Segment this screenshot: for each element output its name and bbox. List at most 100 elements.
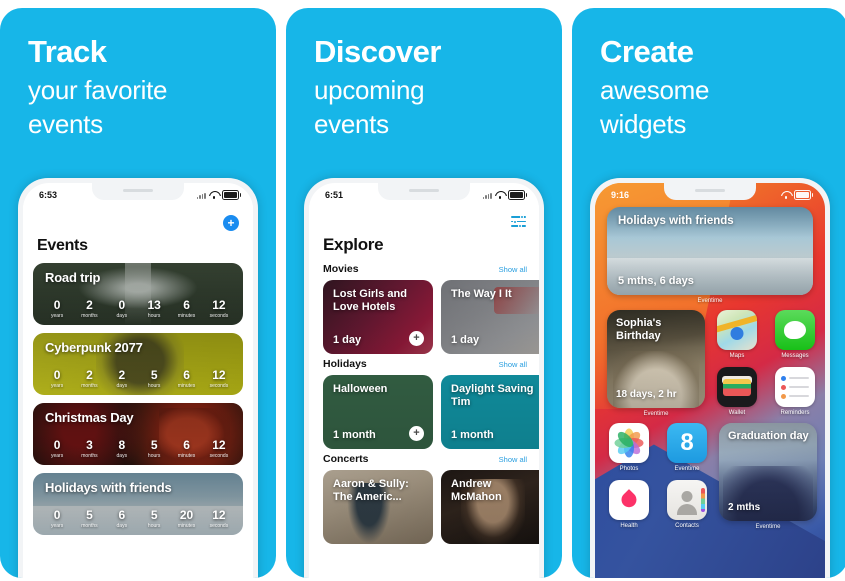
wallet-icon[interactable] bbox=[717, 367, 757, 407]
show-all-link[interactable]: Show all bbox=[499, 360, 527, 369]
widget-title: Sophia's Birthday bbox=[616, 317, 662, 342]
app-label: Eventime bbox=[674, 466, 700, 472]
battery-icon bbox=[508, 190, 528, 200]
explore-tile[interactable]: Andrew McMahon bbox=[441, 470, 539, 544]
widget-graduation-day[interactable]: Graduation day 2 mths bbox=[719, 423, 817, 521]
countdown-row: 0 years 5 months 6 days 5 hours 20 minutes 12 secon… bbox=[41, 509, 235, 529]
countdown-value: 12 bbox=[212, 368, 226, 383]
home-screen-row-1: Sophia's Birthday 18 days, 2 hr Eventime… bbox=[607, 310, 815, 417]
page-title: Explore bbox=[323, 235, 384, 254]
widget-birthday-container[interactable]: Sophia's Birthday 18 days, 2 hr Eventime bbox=[607, 310, 705, 417]
countdown-value: 0 bbox=[53, 508, 61, 523]
section-title: Concerts bbox=[323, 453, 369, 465]
countdown-unit: 0 years bbox=[41, 299, 73, 319]
tile-title: Andrew McMahon bbox=[451, 478, 502, 503]
heart-shape bbox=[618, 489, 640, 511]
explore-tile[interactable]: Lost Girls and Love Hotels 1 day + bbox=[323, 280, 433, 354]
explore-tile[interactable]: Daylight Saving Tim 1 month bbox=[441, 375, 539, 449]
explore-sections: Movies Show all Lost Girls and Love Hotels… bbox=[309, 263, 539, 548]
add-event-button[interactable]: + bbox=[223, 215, 239, 231]
countdown-value: 13 bbox=[147, 298, 161, 313]
home-screen-row-2: Photos 8 Eventime Health Contacts Graduation… bbox=[607, 423, 817, 530]
event-card[interactable]: Cyberpunk 2077 0 years 2 months 2 days 5 hours 6 m… bbox=[33, 333, 243, 395]
cellular-signal-icon bbox=[482, 192, 492, 199]
countdown-unit-label: hours bbox=[147, 523, 161, 529]
explore-section: Holidays Show all Halloween 1 month + Dayligh… bbox=[309, 358, 539, 449]
widget-app-label: Eventime bbox=[697, 298, 723, 304]
countdown-unit: 3 months bbox=[73, 439, 105, 459]
speech-bubble bbox=[784, 321, 806, 339]
add-to-events-button[interactable]: + bbox=[409, 426, 424, 441]
contacts-icon[interactable] bbox=[667, 480, 707, 520]
countdown-value: 2 bbox=[118, 368, 126, 383]
tile-title: Aaron & Sully: The Americ... bbox=[333, 478, 409, 503]
explore-section: Movies Show all Lost Girls and Love Hotels… bbox=[309, 263, 539, 354]
app-store-screenshot-gallery: Track your favorite events 6:53 + Events bbox=[0, 0, 845, 581]
home-screen: Holidays with friends 5 mths, 6 days Eve… bbox=[595, 183, 825, 578]
countdown-value: 5 bbox=[150, 508, 158, 523]
event-card-list: Road trip 0 years 2 months 0 days 13 hours 6 minut… bbox=[33, 263, 243, 535]
event-card[interactable]: Christmas Day 0 years 3 months 8 days 5 hours 6 mi… bbox=[33, 403, 243, 465]
health-icon[interactable] bbox=[609, 480, 649, 520]
explore-tile[interactable]: Aaron & Sully: The Americ... bbox=[323, 470, 433, 544]
widget-graduation-container[interactable]: Graduation day 2 mths Eventime bbox=[719, 423, 817, 530]
panel-headline: Create awesome widgets bbox=[600, 34, 830, 140]
countdown-value: 6 bbox=[183, 298, 190, 313]
countdown-unit: 0 days bbox=[106, 299, 138, 319]
countdown-unit-label: minutes bbox=[177, 453, 196, 459]
countdown-unit: 0 years bbox=[41, 439, 73, 459]
app-label: Wallet bbox=[728, 410, 746, 416]
app-label: Reminders bbox=[780, 410, 810, 416]
cellular-signal-icon bbox=[196, 192, 206, 199]
status-time: 9:16 bbox=[611, 190, 630, 200]
status-time: 6:51 bbox=[325, 190, 344, 200]
countdown-value: 5 bbox=[150, 368, 158, 383]
countdown-unit-label: minutes bbox=[177, 313, 196, 319]
event-name: Cyberpunk 2077 bbox=[45, 340, 143, 355]
app-icon-cell[interactable]: Messages bbox=[773, 310, 817, 359]
countdown-unit-label: days bbox=[116, 313, 128, 319]
countdown-value: 0 bbox=[53, 298, 61, 313]
explore-tile[interactable]: The Way I It 1 day bbox=[441, 280, 539, 354]
app-label: Health bbox=[620, 523, 638, 529]
status-bar: 6:53 bbox=[23, 183, 253, 205]
show-all-link[interactable]: Show all bbox=[499, 455, 527, 464]
widget-sophias-birthday[interactable]: Sophia's Birthday 18 days, 2 hr bbox=[607, 310, 705, 408]
countdown-row: 0 years 2 months 0 days 13 hours 6 minutes 12 secon… bbox=[41, 299, 235, 319]
event-card[interactable]: Holidays with friends 0 years 5 months 6 days 5… bbox=[33, 473, 243, 535]
countdown-value: 2 bbox=[86, 368, 93, 383]
show-all-link[interactable]: Show all bbox=[499, 265, 527, 274]
app-icon-cell[interactable]: Contacts bbox=[665, 480, 709, 529]
app-icon-cell[interactable]: Wallet bbox=[715, 367, 759, 416]
widget-app-label: Eventime bbox=[643, 411, 669, 417]
countdown-unit: 6 minutes bbox=[170, 439, 202, 459]
countdown-value: 6 bbox=[183, 368, 190, 383]
countdown-unit-label: seconds bbox=[209, 453, 229, 459]
app-icon-cell[interactable]: Health bbox=[607, 480, 651, 529]
countdown-unit: 0 years bbox=[41, 369, 73, 389]
app-grid-top: Maps Messages Wallet Reminders bbox=[715, 310, 817, 416]
app-icon-cell[interactable]: Maps bbox=[715, 310, 759, 359]
event-card[interactable]: Road trip 0 years 2 months 0 days 13 hours 6 minut… bbox=[33, 263, 243, 325]
app-label: Contacts bbox=[675, 523, 699, 529]
filter-sliders-icon[interactable] bbox=[511, 215, 526, 229]
app-icon-cell[interactable]: Reminders bbox=[773, 367, 817, 416]
countdown-unit-label: seconds bbox=[209, 313, 229, 319]
widget-holidays-container[interactable]: Holidays with friends 5 mths, 6 days Eve… bbox=[607, 207, 813, 304]
eventime-icon[interactable]: 8 bbox=[667, 423, 707, 463]
app-icon-cell[interactable]: Photos bbox=[607, 423, 651, 472]
rem-icon[interactable] bbox=[775, 367, 815, 407]
msg-icon[interactable] bbox=[775, 310, 815, 350]
countdown-value: 6 bbox=[118, 508, 126, 523]
photos-icon[interactable] bbox=[609, 423, 649, 463]
battery-icon bbox=[794, 190, 814, 200]
status-bar: 9:16 bbox=[595, 183, 825, 205]
countdown-unit-label: seconds bbox=[209, 523, 229, 529]
explore-tile[interactable]: Halloween 1 month + bbox=[323, 375, 433, 449]
widget-app-label: Eventime bbox=[755, 524, 781, 530]
tile-title: Daylight Saving Tim bbox=[451, 383, 534, 408]
maps-icon[interactable] bbox=[717, 310, 757, 350]
app-icon-cell[interactable]: 8 Eventime bbox=[665, 423, 709, 472]
add-to-events-button[interactable]: + bbox=[409, 331, 424, 346]
widget-holidays-with-friends[interactable]: Holidays with friends 5 mths, 6 days bbox=[607, 207, 813, 295]
